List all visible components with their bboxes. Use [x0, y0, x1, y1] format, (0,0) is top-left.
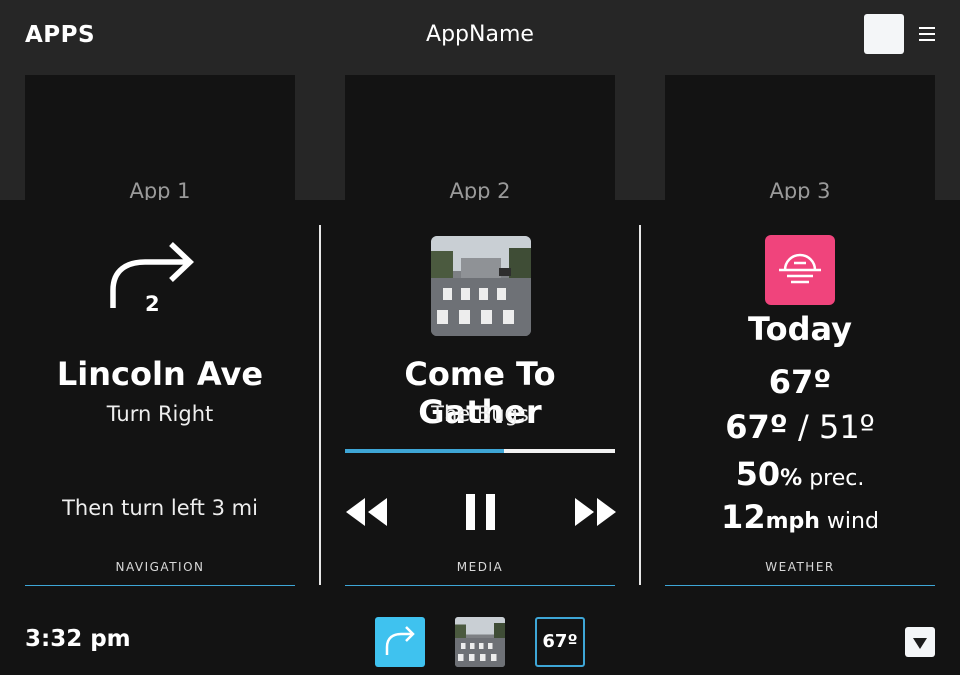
next-step-text: Then turn left 3 mi: [62, 496, 258, 520]
app-tile-2[interactable]: App 2: [345, 75, 615, 203]
wind-speed: 12mph wind: [665, 498, 935, 536]
album-art-thumbnail: [455, 617, 505, 667]
high-low-temperature: 67º / 51º: [665, 408, 935, 446]
wind-suffix: wind: [819, 509, 879, 534]
media-footer: MEDIA: [345, 560, 615, 586]
chevron-down-icon: [913, 638, 927, 649]
rewind-icon[interactable]: [345, 492, 389, 532]
weather-footer: WEATHER: [665, 560, 935, 586]
pause-icon[interactable]: [465, 492, 497, 532]
fast-forward-icon[interactable]: [573, 492, 617, 532]
turn-right-arrow-icon: [385, 626, 415, 655]
hamburger-menu-icon[interactable]: [919, 27, 935, 41]
avatar[interactable]: [864, 14, 904, 54]
dock-media-button[interactable]: [455, 617, 505, 667]
collapse-button[interactable]: [905, 627, 935, 657]
maneuver-text: Turn Right: [106, 402, 214, 426]
low-temperature: 51º: [818, 408, 875, 446]
dock-navigation-button[interactable]: [375, 617, 425, 667]
app-tile-3[interactable]: App 3: [665, 75, 935, 203]
wind-unit: mph: [765, 509, 820, 534]
temp-separator: /: [787, 408, 819, 446]
weather-day: Today: [748, 310, 852, 348]
widget-panel: 2 Lincoln Ave Turn Right Then turn left …: [0, 200, 960, 675]
wind-value: 12: [721, 498, 766, 536]
clock: 3:32 pm: [25, 626, 131, 652]
weather-card[interactable]: Today 67º 67º / 51º 50% prec. 12mph wind…: [665, 200, 935, 586]
navigation-footer: NAVIGATION: [25, 560, 295, 586]
divider: [319, 225, 321, 585]
album-art[interactable]: [431, 236, 531, 336]
playback-progress-bar[interactable]: [345, 449, 615, 453]
current-temperature: 67º: [768, 363, 832, 401]
high-temperature: 67º: [725, 408, 788, 446]
precip-value: 50: [735, 455, 781, 493]
dock-weather-button[interactable]: 67º: [535, 617, 585, 667]
playback-progress-fill: [345, 449, 505, 453]
street-name: Lincoln Ave: [56, 355, 264, 393]
precipitation: 50% prec.: [665, 455, 935, 493]
top-bar: APPS AppName: [0, 0, 960, 75]
precip-unit: %: [780, 466, 803, 491]
precip-suffix: prec.: [802, 466, 865, 491]
artist-name: The Bugs: [431, 402, 529, 426]
navigation-card[interactable]: 2 Lincoln Ave Turn Right Then turn left …: [25, 200, 295, 586]
app-tile-1[interactable]: App 1: [25, 75, 295, 203]
media-card[interactable]: Come To Gather The Bugs MEDIA: [345, 200, 617, 586]
apps-grid: App 1 App 2 App 3: [0, 75, 960, 203]
sunset-icon: [765, 235, 835, 305]
app-name: AppName: [426, 22, 534, 47]
divider: [639, 225, 641, 585]
turn-exit-number: 2: [145, 292, 160, 316]
